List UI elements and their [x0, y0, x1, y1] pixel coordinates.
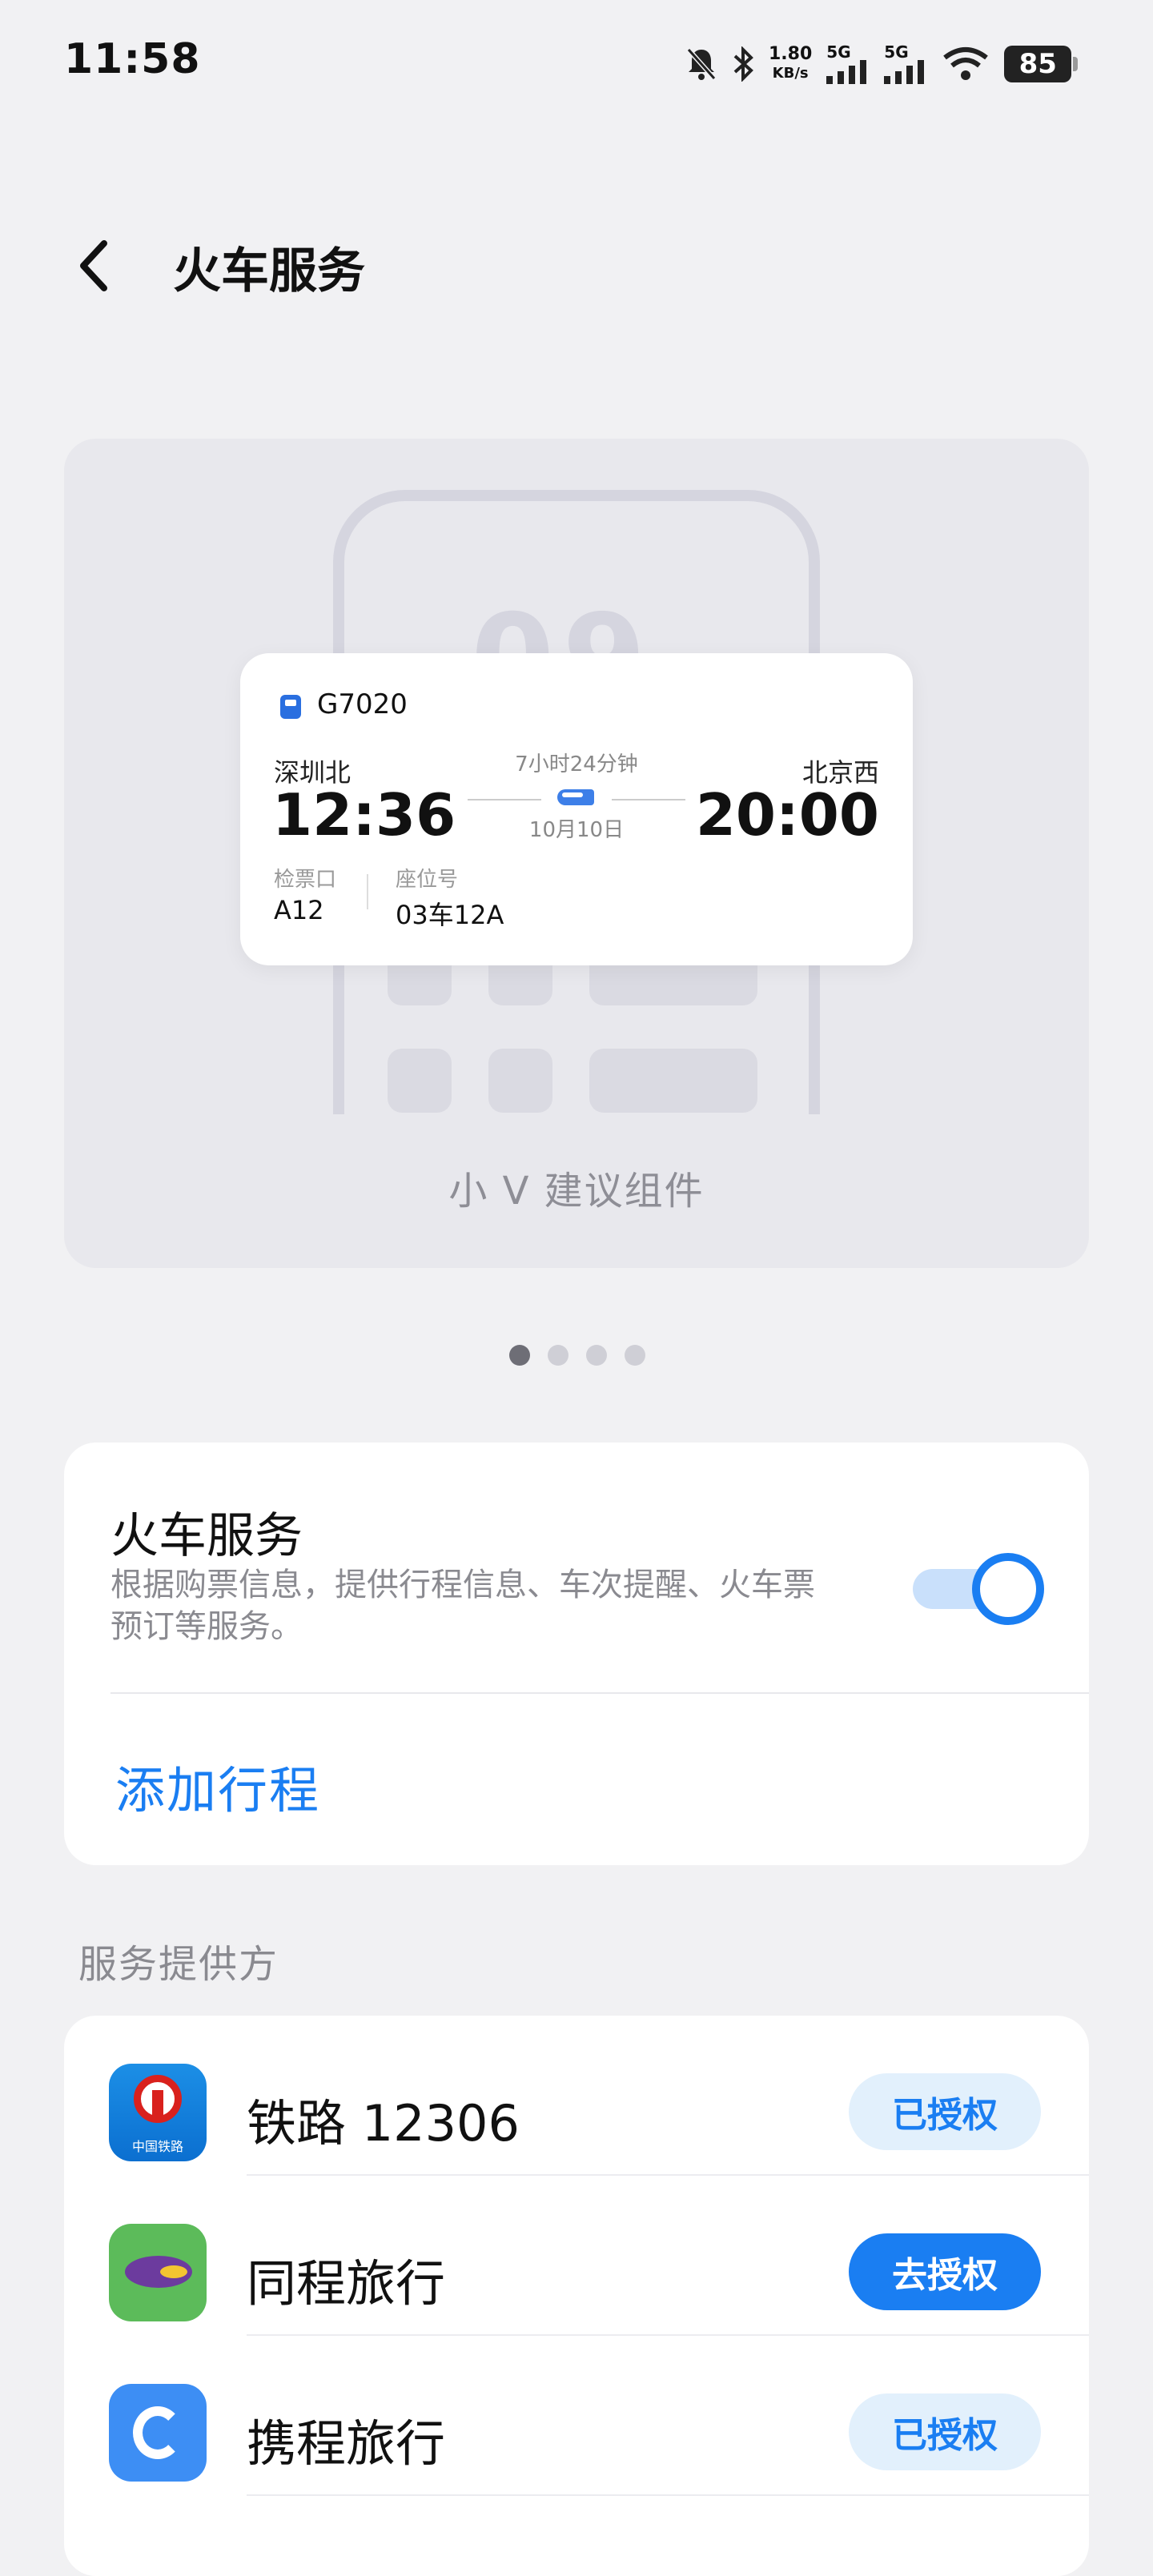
- train-icon: [280, 695, 301, 719]
- net-speed-value: 1.80: [769, 44, 813, 64]
- page-dot[interactable]: [625, 1345, 645, 1366]
- page-dot[interactable]: [548, 1345, 568, 1366]
- net-speed: 1.80 KB/s: [769, 45, 812, 83]
- bluetooth-icon: [733, 46, 753, 82]
- train-number: G7020: [317, 688, 408, 720]
- authorized-button[interactable]: 已授权: [849, 2393, 1041, 2470]
- signal-sim1: 5G: [826, 44, 870, 84]
- providers-card: 中国铁路 铁路 12306 已授权 同程旅行 去授权 携程旅行 已授权: [64, 2016, 1089, 2576]
- widget-preview-card[interactable]: 09 G7020 深圳北 12:36 7小时24分钟 10月10日 北京西 20…: [64, 439, 1089, 1268]
- bell-muted-icon: [686, 48, 717, 80]
- provider-name: 同程旅行: [247, 2254, 446, 2313]
- signal-bars-icon: [826, 60, 867, 84]
- app-tile: [589, 1049, 757, 1113]
- page-indicator[interactable]: [509, 1345, 645, 1366]
- add-trip-link[interactable]: 添加行程: [115, 1750, 320, 1822]
- toggle-knob: [972, 1553, 1044, 1625]
- logo-subtitle: 中国铁路: [131, 2139, 183, 2154]
- sim1-label: 5G: [826, 42, 851, 62]
- tongcheng-logo-icon: [109, 2224, 207, 2321]
- provider-name: 携程旅行: [247, 2414, 446, 2473]
- gate-value: A12: [274, 895, 324, 925]
- signal-sim2: 5G: [884, 44, 927, 84]
- ctrip-logo-icon: [109, 2384, 207, 2482]
- seat-label: 座位号: [396, 868, 459, 892]
- train-ticket-widget: G7020 深圳北 12:36 7小时24分钟 10月10日 北京西 20:00…: [240, 653, 913, 965]
- provider-name: 铁路 12306: [247, 2094, 520, 2153]
- high-speed-train-icon: [557, 789, 594, 805]
- gate-label: 检票口: [274, 868, 337, 892]
- authorized-button[interactable]: 已授权: [849, 2073, 1041, 2150]
- railway-12306-logo-icon: 中国铁路: [109, 2064, 207, 2161]
- provider-row-tongcheng[interactable]: 同程旅行 去授权: [64, 2176, 1089, 2336]
- arrival-time: 20:00: [695, 781, 879, 849]
- signal-bars-icon: [884, 60, 925, 84]
- service-title: 火车服务: [110, 1508, 303, 1564]
- status-icons: 1.80 KB/s 5G 5G 85: [685, 40, 1079, 88]
- service-description: 根据购票信息，提供行程信息、车次提醒、火车票预订等服务。: [110, 1567, 815, 1645]
- page-title: 火车服务: [173, 243, 365, 299]
- preview-caption: 小 V 建议组件: [448, 1169, 705, 1214]
- page-dot[interactable]: [586, 1345, 607, 1366]
- route-line: [612, 799, 685, 800]
- route-line: [468, 799, 541, 800]
- divider: [247, 2494, 1089, 2496]
- battery-indicator: 85: [1004, 46, 1079, 82]
- provider-row-ctrip[interactable]: 携程旅行 已授权: [64, 2336, 1089, 2496]
- sim2-label: 5G: [884, 42, 909, 62]
- net-speed-unit: KB/s: [772, 65, 809, 82]
- app-tile: [488, 1049, 552, 1113]
- service-toggle[interactable]: [913, 1553, 1044, 1625]
- authorize-button[interactable]: 去授权: [849, 2233, 1041, 2310]
- page-dot-active[interactable]: [509, 1345, 530, 1366]
- seat-value: 03车12A: [396, 900, 504, 930]
- ticket-divider: [367, 874, 368, 909]
- status-time: 11:58: [64, 35, 201, 83]
- provider-row-12306[interactable]: 中国铁路 铁路 12306 已授权: [64, 2016, 1089, 2176]
- train-service-card: 火车服务 根据购票信息，提供行程信息、车次提醒、火车票预订等服务。 添加行程: [64, 1442, 1089, 1865]
- wifi-icon: [943, 47, 989, 80]
- providers-section-label: 服务提供方: [78, 1942, 279, 1987]
- back-arrow-icon[interactable]: [70, 234, 119, 298]
- app-tile: [388, 1049, 452, 1113]
- divider: [110, 1692, 1089, 1694]
